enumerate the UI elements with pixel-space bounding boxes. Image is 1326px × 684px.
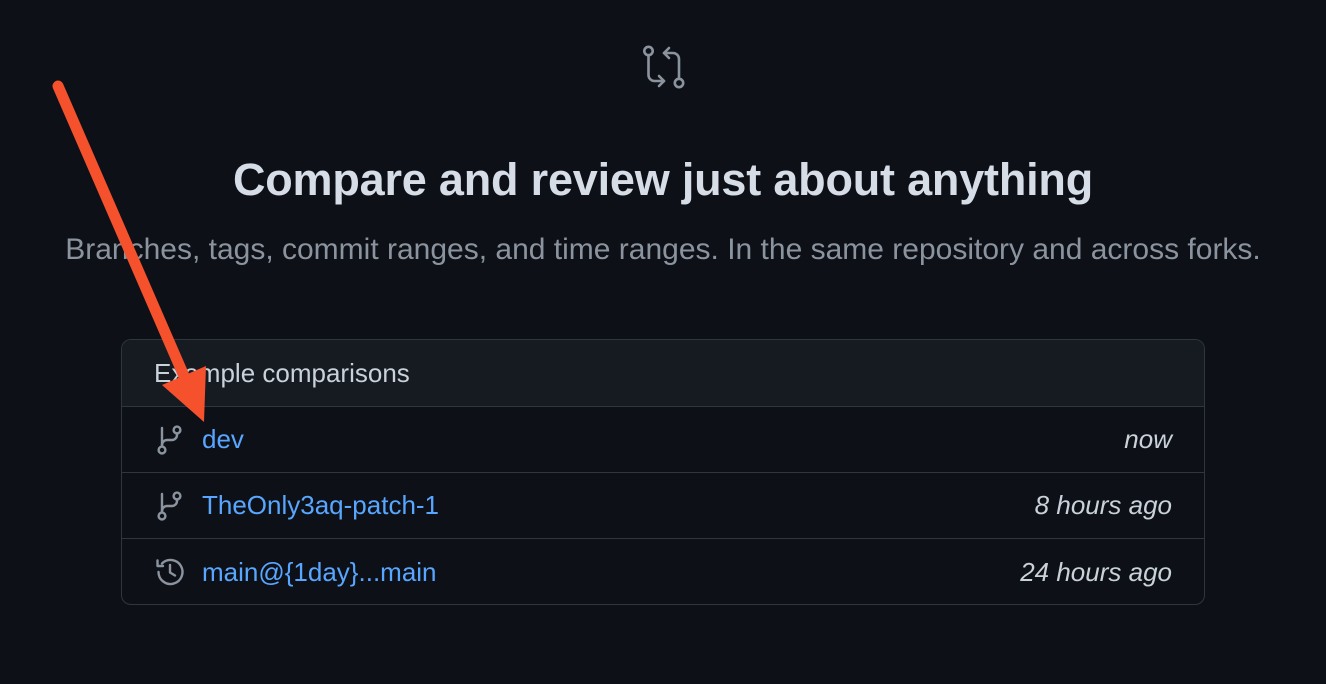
comparison-link[interactable]: dev — [202, 424, 1124, 455]
comparison-time: now — [1124, 424, 1172, 454]
comparison-time: 8 hours ago — [1034, 490, 1172, 520]
compare-page: Compare and review just about anything B… — [0, 0, 1326, 684]
comparison-row-dev[interactable]: dev now — [122, 407, 1204, 473]
comparison-link[interactable]: main@{1day}...main — [202, 557, 1020, 588]
history-icon — [154, 556, 186, 588]
comparison-time: 24 hours ago — [1020, 556, 1172, 587]
git-branch-icon — [154, 490, 186, 522]
example-comparisons-heading: Example comparisons — [122, 340, 1204, 407]
comparison-row-time-range[interactable]: main@{1day}...main 24 hours ago — [122, 539, 1204, 604]
page-title: Compare and review just about anything — [232, 154, 1094, 205]
git-compare-icon — [643, 45, 685, 89]
comparison-link[interactable]: TheOnly3aq-patch-1 — [202, 490, 1035, 521]
page-subtitle: Branches, tags, commit ranges, and time … — [65, 233, 1261, 266]
git-branch-icon — [154, 424, 186, 456]
comparison-row-patch[interactable]: TheOnly3aq-patch-1 8 hours ago — [122, 473, 1204, 539]
example-comparisons-panel: Example comparisons dev now TheOnly3aq-p… — [121, 339, 1205, 605]
